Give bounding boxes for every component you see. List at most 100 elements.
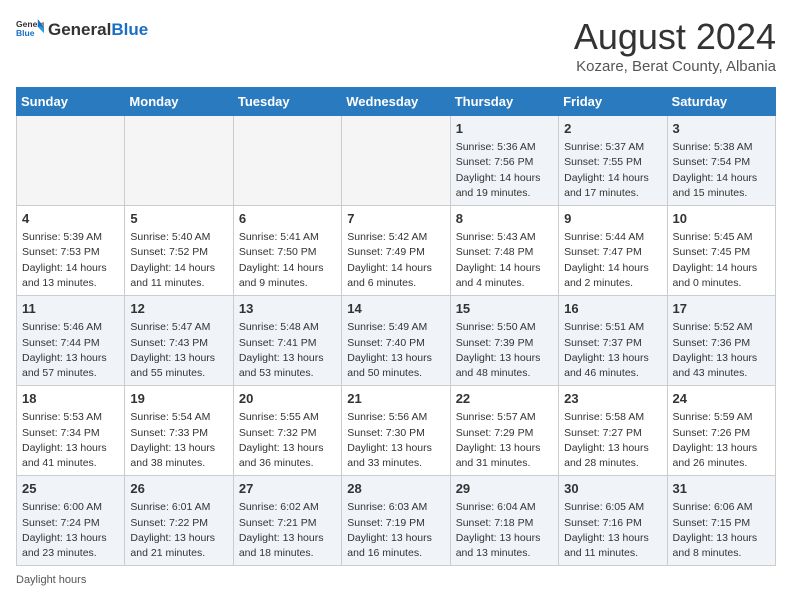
calendar-day-cell (342, 116, 450, 206)
calendar-day-cell: 26 Sunrise: 6:01 AM Sunset: 7:22 PM Dayli… (125, 476, 233, 566)
day-info: Sunrise: 5:49 AM Sunset: 7:40 PM Dayligh… (347, 320, 444, 381)
day-info: Sunrise: 5:38 AM Sunset: 7:54 PM Dayligh… (673, 140, 770, 201)
day-number: 11 (22, 300, 119, 318)
day-number: 29 (456, 480, 553, 498)
svg-text:Blue: Blue (16, 28, 35, 38)
day-number: 19 (130, 390, 227, 408)
calendar-day-cell: 13 Sunrise: 5:48 AM Sunset: 7:41 PM Dayli… (233, 296, 341, 386)
calendar-day-cell: 19 Sunrise: 5:54 AM Sunset: 7:33 PM Dayli… (125, 386, 233, 476)
month-title: August 2024 (574, 16, 776, 58)
day-number: 16 (564, 300, 661, 318)
calendar-day-cell: 23 Sunrise: 5:58 AM Sunset: 7:27 PM Dayli… (559, 386, 667, 476)
calendar-day-cell: 27 Sunrise: 6:02 AM Sunset: 7:21 PM Dayli… (233, 476, 341, 566)
header: General Blue General Blue August 2024 Ko… (16, 16, 776, 75)
day-number: 27 (239, 480, 336, 498)
calendar-day-cell: 29 Sunrise: 6:04 AM Sunset: 7:18 PM Dayli… (450, 476, 558, 566)
calendar-week-row: 18 Sunrise: 5:53 AM Sunset: 7:34 PM Dayli… (17, 386, 776, 476)
day-info: Sunrise: 6:02 AM Sunset: 7:21 PM Dayligh… (239, 500, 336, 561)
day-info: Sunrise: 5:56 AM Sunset: 7:30 PM Dayligh… (347, 410, 444, 471)
calendar-day-cell: 25Sunrise: 6:00 AM Sunset: 7:24 PM Dayli… (17, 476, 125, 566)
weekday-header-friday: Friday (559, 88, 667, 116)
calendar-day-cell: 18 Sunrise: 5:53 AM Sunset: 7:34 PM Dayli… (17, 386, 125, 476)
day-info: Sunrise: 5:48 AM Sunset: 7:41 PM Dayligh… (239, 320, 336, 381)
day-number: 18 (22, 390, 119, 408)
calendar-week-row: 4Sunrise: 5:39 AM Sunset: 7:53 PM Daylig… (17, 206, 776, 296)
calendar-day-cell: 24 Sunrise: 5:59 AM Sunset: 7:26 PM Dayli… (667, 386, 775, 476)
day-number: 26 (130, 480, 227, 498)
day-info: Sunrise: 5:55 AM Sunset: 7:32 PM Dayligh… (239, 410, 336, 471)
footer-note: Daylight hours (16, 574, 776, 586)
calendar-day-cell: 20 Sunrise: 5:55 AM Sunset: 7:32 PM Dayli… (233, 386, 341, 476)
calendar-week-row: 11 Sunrise: 5:46 AM Sunset: 7:44 PM Dayli… (17, 296, 776, 386)
day-info: Sunrise: 6:01 AM Sunset: 7:22 PM Dayligh… (130, 500, 227, 561)
calendar-day-cell: 8 Sunrise: 5:43 AM Sunset: 7:48 PM Daylig… (450, 206, 558, 296)
weekday-header-sunday: Sunday (17, 88, 125, 116)
day-number: 8 (456, 210, 553, 228)
calendar-day-cell: 12 Sunrise: 5:47 AM Sunset: 7:43 PM Dayli… (125, 296, 233, 386)
day-info: Sunrise: 5:58 AM Sunset: 7:27 PM Dayligh… (564, 410, 661, 471)
calendar-day-cell: 30Sunrise: 6:05 AM Sunset: 7:16 PM Dayli… (559, 476, 667, 566)
calendar-day-cell: 6 Sunrise: 5:41 AM Sunset: 7:50 PM Daylig… (233, 206, 341, 296)
logo-icon: General Blue (16, 16, 44, 44)
day-info: Sunrise: 5:59 AM Sunset: 7:26 PM Dayligh… (673, 410, 770, 471)
calendar-day-cell: 11 Sunrise: 5:46 AM Sunset: 7:44 PM Dayli… (17, 296, 125, 386)
day-number: 15 (456, 300, 553, 318)
day-info: Sunrise: 5:43 AM Sunset: 7:48 PM Dayligh… (456, 230, 553, 291)
day-number: 2 (564, 120, 661, 138)
calendar-week-row: 1Sunrise: 5:36 AM Sunset: 7:56 PM Daylig… (17, 116, 776, 206)
calendar-day-cell: 22Sunrise: 5:57 AM Sunset: 7:29 PM Dayli… (450, 386, 558, 476)
day-info: Sunrise: 5:37 AM Sunset: 7:55 PM Dayligh… (564, 140, 661, 201)
calendar-day-cell: 3 Sunrise: 5:38 AM Sunset: 7:54 PM Daylig… (667, 116, 775, 206)
calendar-day-cell: 14Sunrise: 5:49 AM Sunset: 7:40 PM Dayli… (342, 296, 450, 386)
day-number: 13 (239, 300, 336, 318)
day-info: Sunrise: 5:53 AM Sunset: 7:34 PM Dayligh… (22, 410, 119, 471)
day-number: 31 (673, 480, 770, 498)
calendar-day-cell: 16Sunrise: 5:51 AM Sunset: 7:37 PM Dayli… (559, 296, 667, 386)
calendar-day-cell: 17Sunrise: 5:52 AM Sunset: 7:36 PM Dayli… (667, 296, 775, 386)
weekday-header-monday: Monday (125, 88, 233, 116)
day-info: Sunrise: 5:40 AM Sunset: 7:52 PM Dayligh… (130, 230, 227, 291)
day-info: Sunrise: 6:06 AM Sunset: 7:15 PM Dayligh… (673, 500, 770, 561)
calendar-day-cell: 15 Sunrise: 5:50 AM Sunset: 7:39 PM Dayli… (450, 296, 558, 386)
calendar-day-cell (17, 116, 125, 206)
day-number: 6 (239, 210, 336, 228)
calendar-day-cell (233, 116, 341, 206)
day-number: 28 (347, 480, 444, 498)
day-number: 5 (130, 210, 227, 228)
day-number: 30 (564, 480, 661, 498)
day-info: Sunrise: 5:54 AM Sunset: 7:33 PM Dayligh… (130, 410, 227, 471)
logo-blue: Blue (111, 20, 148, 40)
weekday-header-wednesday: Wednesday (342, 88, 450, 116)
day-number: 1 (456, 120, 553, 138)
calendar-day-cell: 9Sunrise: 5:44 AM Sunset: 7:47 PM Daylig… (559, 206, 667, 296)
location-subtitle: Kozare, Berat County, Albania (574, 58, 776, 75)
day-number: 12 (130, 300, 227, 318)
day-number: 24 (673, 390, 770, 408)
day-number: 17 (673, 300, 770, 318)
calendar-table: SundayMondayTuesdayWednesdayThursdayFrid… (16, 87, 776, 566)
day-info: Sunrise: 5:42 AM Sunset: 7:49 PM Dayligh… (347, 230, 444, 291)
day-number: 3 (673, 120, 770, 138)
calendar-day-cell: 5 Sunrise: 5:40 AM Sunset: 7:52 PM Daylig… (125, 206, 233, 296)
day-info: Sunrise: 5:46 AM Sunset: 7:44 PM Dayligh… (22, 320, 119, 381)
day-number: 23 (564, 390, 661, 408)
calendar-day-cell: 21 Sunrise: 5:56 AM Sunset: 7:30 PM Dayli… (342, 386, 450, 476)
calendar-day-cell (125, 116, 233, 206)
calendar-day-cell: 4Sunrise: 5:39 AM Sunset: 7:53 PM Daylig… (17, 206, 125, 296)
daylight-label: Daylight hours (16, 574, 86, 586)
day-info: Sunrise: 5:45 AM Sunset: 7:45 PM Dayligh… (673, 230, 770, 291)
logo: General Blue General Blue (16, 16, 148, 44)
day-number: 7 (347, 210, 444, 228)
weekday-header-thursday: Thursday (450, 88, 558, 116)
day-number: 25 (22, 480, 119, 498)
day-info: Sunrise: 5:57 AM Sunset: 7:29 PM Dayligh… (456, 410, 553, 471)
calendar-day-cell: 28Sunrise: 6:03 AM Sunset: 7:19 PM Dayli… (342, 476, 450, 566)
day-info: Sunrise: 5:50 AM Sunset: 7:39 PM Dayligh… (456, 320, 553, 381)
day-number: 21 (347, 390, 444, 408)
day-number: 4 (22, 210, 119, 228)
calendar-day-cell: 31 Sunrise: 6:06 AM Sunset: 7:15 PM Dayli… (667, 476, 775, 566)
day-info: Sunrise: 5:41 AM Sunset: 7:50 PM Dayligh… (239, 230, 336, 291)
day-info: Sunrise: 6:04 AM Sunset: 7:18 PM Dayligh… (456, 500, 553, 561)
day-number: 20 (239, 390, 336, 408)
day-info: Sunrise: 5:47 AM Sunset: 7:43 PM Dayligh… (130, 320, 227, 381)
